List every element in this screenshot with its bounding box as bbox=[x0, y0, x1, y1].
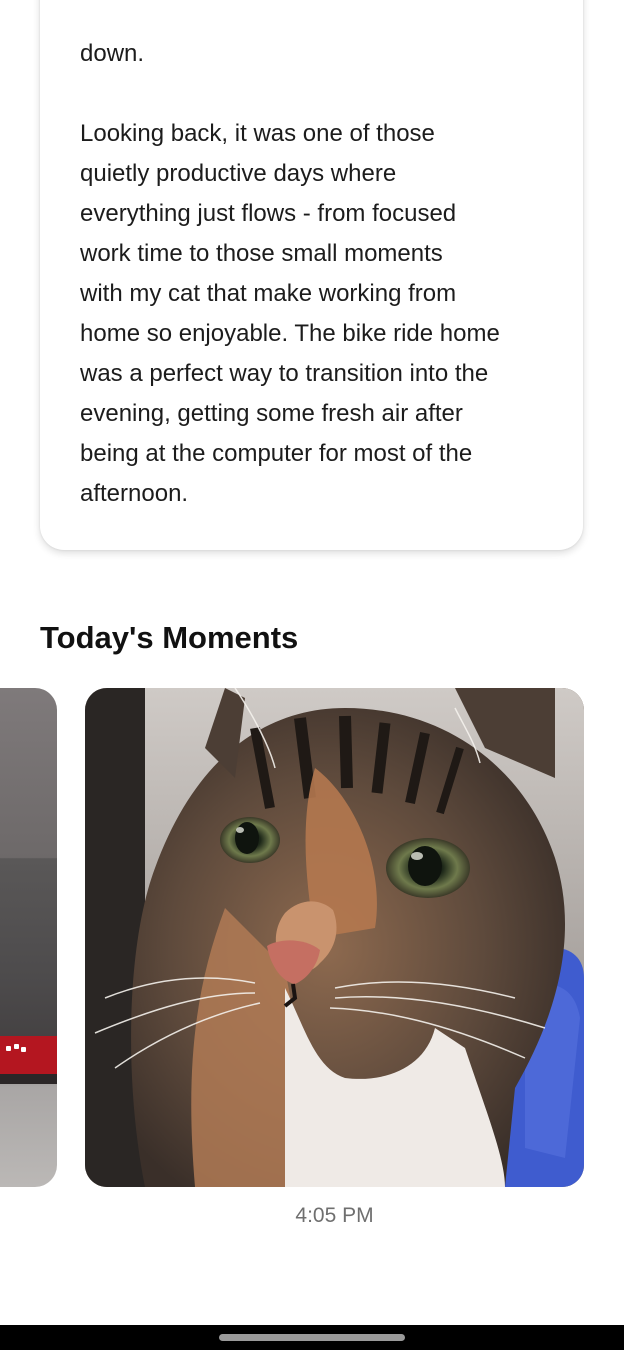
desk-light-dot bbox=[14, 1044, 19, 1049]
journal-line: work time to those small moments bbox=[80, 240, 443, 267]
moment-caption-time: 4:05 PM bbox=[295, 1204, 374, 1227]
journal-text-tail: down. bbox=[80, 40, 145, 67]
journal-line: quietly productive days where bbox=[80, 160, 397, 187]
desk-light-dot bbox=[6, 1046, 11, 1051]
home-gesture-handle[interactable] bbox=[219, 1334, 405, 1341]
desk-light-dot bbox=[21, 1047, 26, 1052]
journal-line: with my cat that make working from bbox=[80, 280, 457, 307]
cat-illustration bbox=[85, 688, 584, 1187]
desk-red-strip bbox=[0, 1036, 57, 1076]
journal-line: everything just flows - from focused bbox=[80, 200, 457, 227]
section-title-todays-moments: Today's Moments bbox=[40, 620, 299, 655]
journal-screen: down. Looking back, it was one of those … bbox=[0, 0, 624, 1350]
journal-line: home so enjoyable. The bike ride home bbox=[80, 320, 500, 347]
journal-line: was a perfect way to transition into the bbox=[80, 360, 489, 387]
journal-line: evening, getting some fresh air after bbox=[80, 400, 463, 427]
desk-dark-line bbox=[0, 1074, 57, 1084]
journal-paragraph: Looking back, it was one of those quietl… bbox=[80, 114, 550, 514]
journal-line: being at the computer for most of the bbox=[80, 440, 473, 467]
moment-photo-desk[interactable] bbox=[0, 688, 57, 1187]
journal-line: afternoon. bbox=[80, 480, 189, 507]
moment-photo-cat[interactable] bbox=[85, 688, 584, 1187]
journal-line: Looking back, it was one of those bbox=[80, 120, 435, 147]
